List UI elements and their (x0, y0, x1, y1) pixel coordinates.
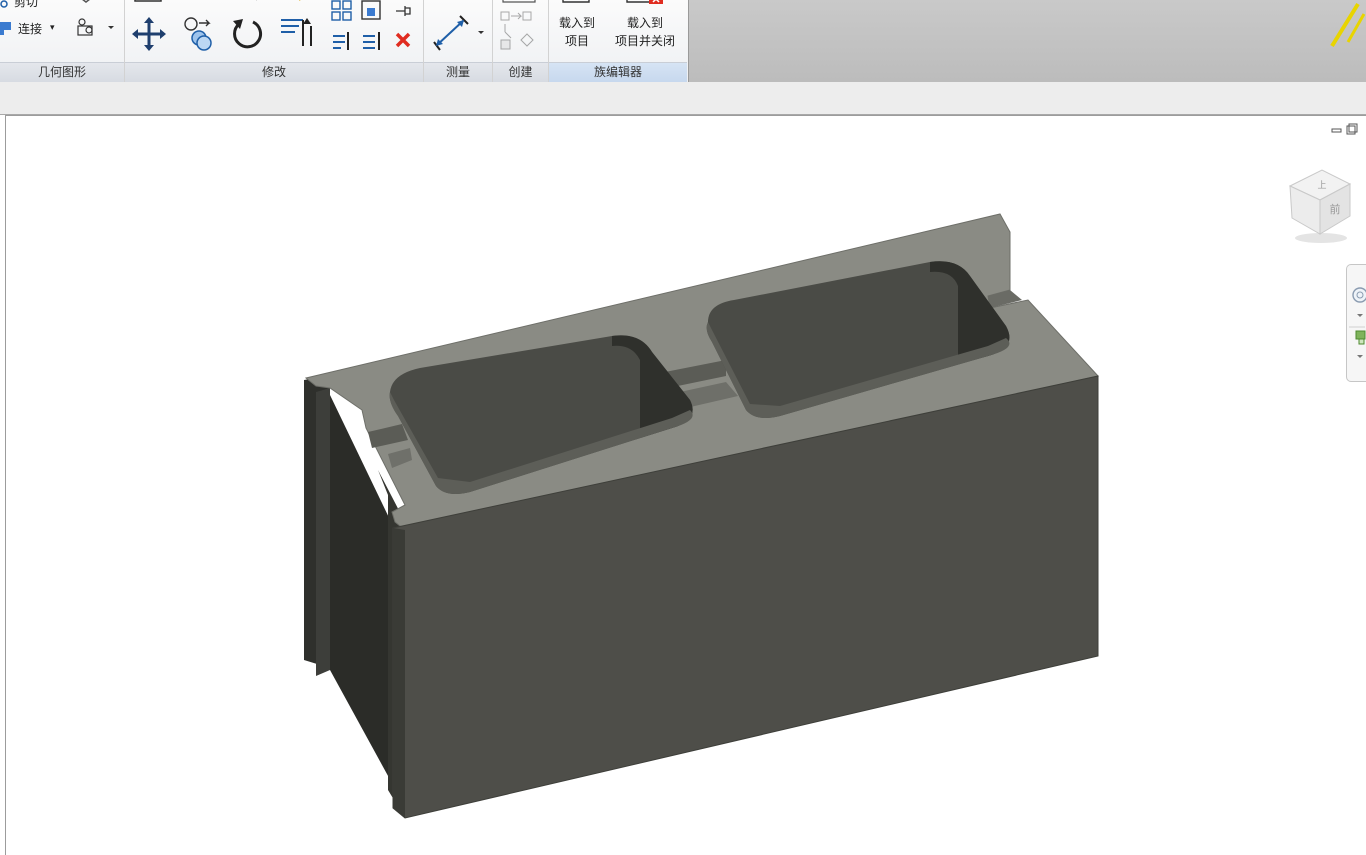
block-front-edge (393, 528, 405, 818)
block-left-flange-face (316, 388, 330, 676)
model-canvas (304, 213, 1099, 819)
concrete-block-model[interactable] (304, 213, 1099, 819)
